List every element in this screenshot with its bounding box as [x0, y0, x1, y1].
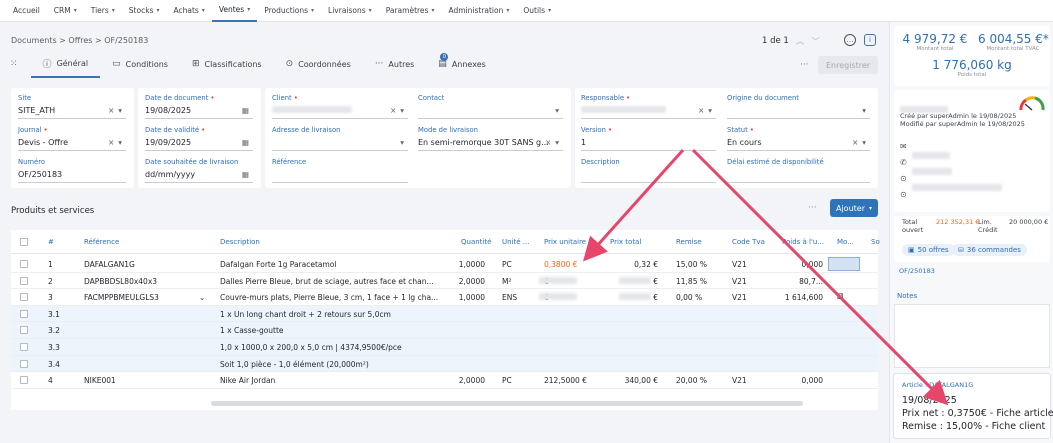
arrow-to-tooltip	[691, 148, 949, 406]
arrow-to-unit-price	[582, 148, 685, 262]
annotation-arrows	[582, 148, 949, 406]
